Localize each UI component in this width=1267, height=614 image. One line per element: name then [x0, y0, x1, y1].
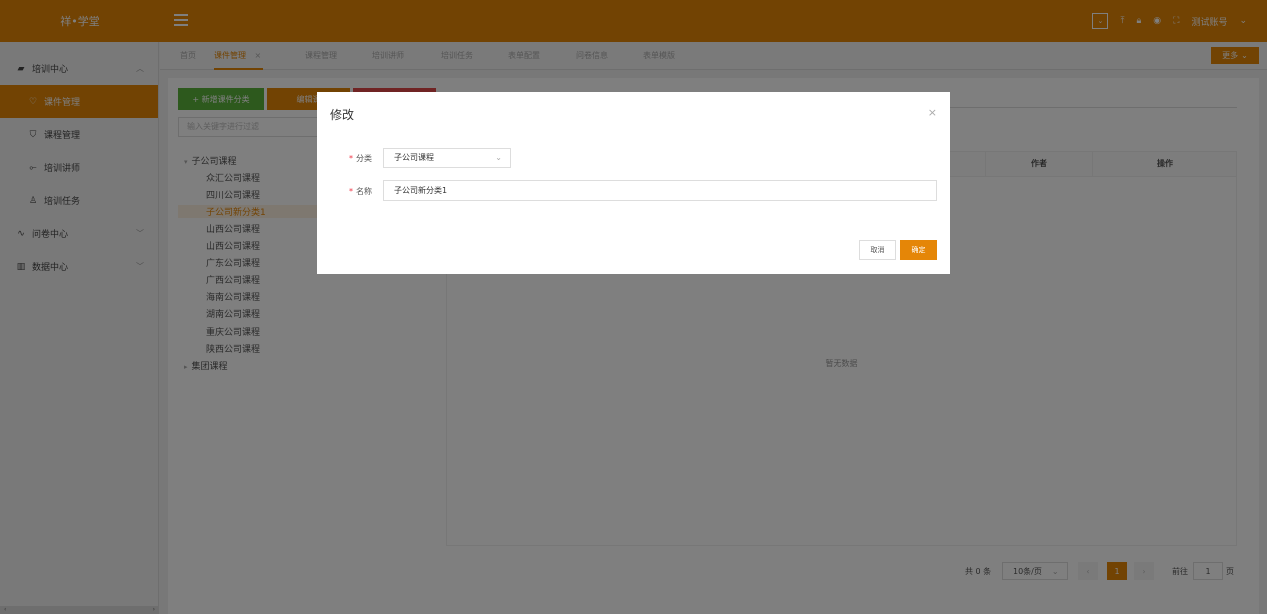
- required-mark: *: [349, 187, 353, 196]
- category-select[interactable]: 子公司课程 ⌄: [383, 148, 511, 168]
- category-label-text: 分类: [356, 154, 372, 163]
- dialog-title: 修改: [330, 108, 355, 122]
- category-label: * 分类: [349, 153, 372, 164]
- confirm-button[interactable]: 确定: [900, 240, 937, 260]
- required-mark: *: [349, 154, 353, 163]
- name-input[interactable]: 子公司新分类1: [383, 180, 937, 201]
- category-value: 子公司课程: [394, 153, 434, 162]
- cancel-button[interactable]: 取消: [859, 240, 896, 260]
- close-icon[interactable]: ×: [928, 106, 937, 119]
- name-label: * 名称: [349, 186, 372, 197]
- chevron-down-icon: ⌄: [495, 153, 502, 162]
- name-label-text: 名称: [356, 187, 372, 196]
- edit-dialog: 修改 × * 分类 子公司课程 ⌄ * 名称 子公司新分类1 取消 确定: [317, 92, 950, 274]
